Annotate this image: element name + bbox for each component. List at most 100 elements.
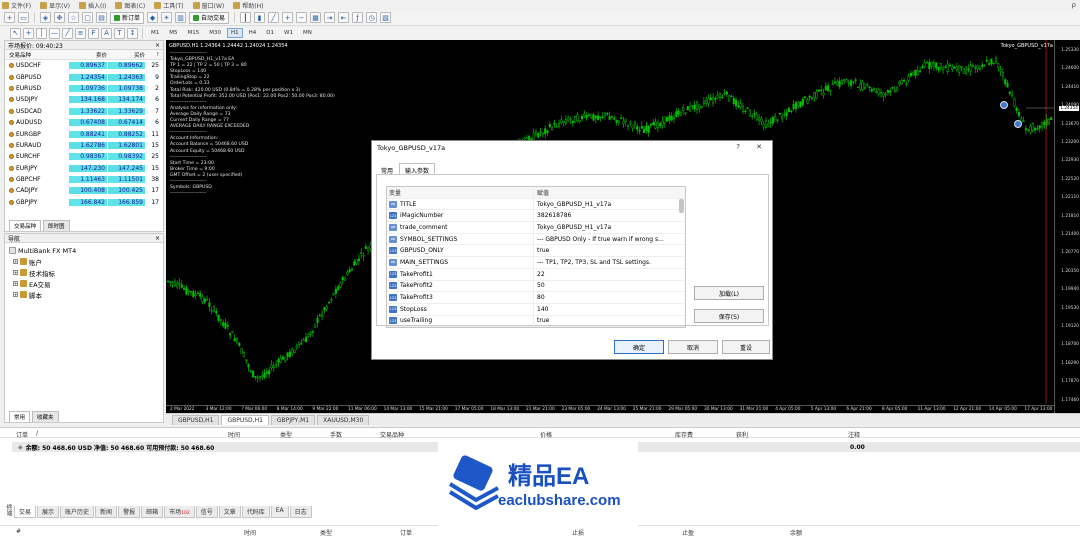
market-watch-icon[interactable]: ◈: [40, 12, 51, 23]
terminal-tab[interactable]: 文章: [218, 506, 241, 518]
quote-row[interactable]: EURGBP 0.88241 0.88252 11: [5, 128, 163, 139]
chart-tab[interactable]: GBPUSD,H1: [221, 415, 269, 425]
quote-row[interactable]: AUDUSD 0.67408 0.67414 6: [5, 117, 163, 128]
timeframe-m15[interactable]: M15: [184, 28, 204, 38]
navigator-item[interactable]: + 技术指标: [13, 267, 163, 278]
param-value[interactable]: Tokyo_GBPUSD_H1_v17a: [534, 201, 679, 208]
timeframe-m30[interactable]: M30: [205, 28, 225, 38]
quote-row[interactable]: CADJPY 100.408 100.425 17: [5, 185, 163, 196]
param-value[interactable]: 80: [534, 294, 679, 301]
periods-icon[interactable]: ◷: [366, 12, 378, 23]
profiles-icon[interactable]: ▭: [18, 12, 29, 23]
symbol-column-header[interactable]: 交易品种: [5, 51, 69, 59]
param-value[interactable]: 140: [534, 306, 679, 313]
terminal-tab[interactable]: 日志: [289, 506, 312, 518]
navigator-root[interactable]: MultiBank FX MT4: [9, 245, 163, 256]
menu-item[interactable]: 图表(C): [115, 1, 145, 10]
templates-icon[interactable]: ▧: [380, 12, 392, 23]
orders-column-header[interactable]: 注释: [848, 430, 860, 439]
load-button[interactable]: 加载(L): [694, 286, 764, 300]
menu-item[interactable]: 窗口(W): [192, 1, 224, 10]
quote-row[interactable]: EURUSD 1.09736 1.09738 2: [5, 83, 163, 94]
input-param-row[interactable]: ab TITLE Tokyo_GBPUSD_H1_v17a: [387, 198, 685, 211]
terminal-tab[interactable]: 邮箱: [141, 506, 164, 518]
input-param-row[interactable]: 123 GBPUSD_ONLY true: [387, 245, 685, 258]
orders-column-header[interactable]: 时间: [228, 430, 240, 439]
menu-item[interactable]: 工具(T): [154, 1, 184, 10]
param-value[interactable]: --- GBPUSD Only - If true warn if wrong …: [534, 236, 679, 243]
zoom-in-icon[interactable]: +: [282, 12, 294, 23]
terminal-tab[interactable]: EA: [270, 506, 289, 518]
quote-row[interactable]: USDJPY 134.168 134.174 6: [5, 94, 163, 105]
price-axis[interactable]: 1.253301.246001.244101.240901.236701.232…: [1054, 40, 1080, 413]
history-column-header[interactable]: 订单: [400, 528, 412, 537]
history-column-header[interactable]: 止损: [572, 528, 584, 537]
chart-tab[interactable]: XAUUSD,M30: [317, 415, 370, 425]
zoom-out-icon[interactable]: −: [296, 12, 308, 23]
history-column-header[interactable]: 时间: [244, 528, 256, 537]
terminal-icon[interactable]: ▢: [82, 12, 93, 23]
orders-column-header[interactable]: 订单: [16, 430, 28, 439]
bid-column-header[interactable]: 卖价: [69, 51, 107, 59]
input-param-row[interactable]: 123 useTrailing true: [387, 315, 685, 327]
orders-column-header[interactable]: 价格: [540, 430, 552, 439]
param-value[interactable]: 22: [534, 271, 679, 278]
navigator-item[interactable]: + EA交易: [13, 278, 163, 289]
metaeditor-icon[interactable]: ◆: [147, 12, 159, 23]
cursor-icon[interactable]: ↖: [10, 27, 21, 39]
timeframe-m5[interactable]: M5: [165, 28, 181, 38]
candlestick-icon[interactable]: ▮: [254, 12, 266, 23]
navigator-icon[interactable]: ☆: [68, 12, 79, 23]
close-icon[interactable]: ×: [155, 42, 160, 49]
ask-column-header[interactable]: 买价: [107, 51, 145, 59]
spread-column-header[interactable]: !: [145, 52, 159, 58]
auto-trade-button[interactable]: 自动交易: [189, 11, 230, 24]
time-axis[interactable]: 2 Mar 2022 3 Mar 12:00 7 Mar 06:00 8 Mar 14…: [166, 405, 1054, 413]
line-chart-icon[interactable]: ╱: [268, 12, 280, 23]
tab-tick-chart[interactable]: 即时图: [43, 220, 70, 231]
label-icon[interactable]: T: [114, 27, 125, 39]
text-icon[interactable]: A: [101, 27, 112, 39]
terminal-tab[interactable]: 账户历史: [60, 506, 95, 518]
trade-marker[interactable]: [1014, 120, 1022, 128]
timeframe-mn[interactable]: MN: [299, 28, 316, 38]
quote-row[interactable]: EURJPY 147.230 147.245 15: [5, 163, 163, 174]
tester-icon[interactable]: ▤: [96, 12, 107, 23]
param-value[interactable]: --- TP1, TP2, TP3, SL and TSL settings.: [534, 259, 679, 266]
input-param-row[interactable]: 123 StopLoss 140: [387, 303, 685, 316]
param-value[interactable]: 50: [534, 282, 679, 289]
terminal-tab[interactable]: 市场102: [164, 506, 195, 518]
tab-favorites[interactable]: 收藏夹: [32, 411, 59, 422]
orders-column-header[interactable]: 交易品种: [380, 430, 404, 439]
options-icon[interactable]: ▥: [175, 12, 187, 23]
history-column-header[interactable]: 余额: [790, 528, 802, 537]
tab-common[interactable]: 常用: [9, 411, 31, 422]
param-value[interactable]: true: [534, 317, 679, 324]
input-param-row[interactable]: ab MAIN_SETTINGS --- TP1, TP2, TP3, SL and…: [387, 257, 685, 269]
terminal-tab[interactable]: 新闻: [95, 506, 118, 518]
save-button[interactable]: 保存(S): [694, 309, 764, 323]
tile-windows-icon[interactable]: ▦: [310, 12, 322, 23]
param-value[interactable]: 382618786: [534, 212, 679, 219]
timeframe-h1[interactable]: H1: [227, 28, 243, 38]
history-column-header[interactable]: 类型: [320, 528, 332, 537]
history-column-header[interactable]: #: [16, 528, 21, 535]
menu-item[interactable]: 文件(F): [2, 1, 31, 10]
new-order-button[interactable]: 新订单: [110, 11, 145, 24]
signals-icon[interactable]: ☀: [161, 12, 173, 23]
timeframe-w1[interactable]: W1: [280, 28, 297, 38]
new-chart-icon[interactable]: +: [4, 12, 15, 23]
reset-button[interactable]: 重设: [722, 340, 770, 354]
param-value[interactable]: true: [534, 247, 679, 254]
quote-row[interactable]: USDCHF 0.89637 0.89662 25: [5, 60, 163, 71]
timeframe-h4[interactable]: H4: [245, 28, 261, 38]
trade-marker[interactable]: [1000, 101, 1008, 109]
ok-button[interactable]: 确定: [614, 340, 664, 354]
orders-column-header[interactable]: 库存费: [675, 430, 693, 439]
arrows-icon[interactable]: ↕: [127, 27, 138, 39]
expand-icon[interactable]: +: [13, 281, 18, 286]
fibonacci-icon[interactable]: Ϝ: [88, 27, 99, 39]
terminal-tab[interactable]: 交易: [14, 506, 37, 518]
chart-tab[interactable]: GBPUSD,H1: [172, 415, 220, 425]
history-column-header[interactable]: 止盈: [682, 528, 694, 537]
